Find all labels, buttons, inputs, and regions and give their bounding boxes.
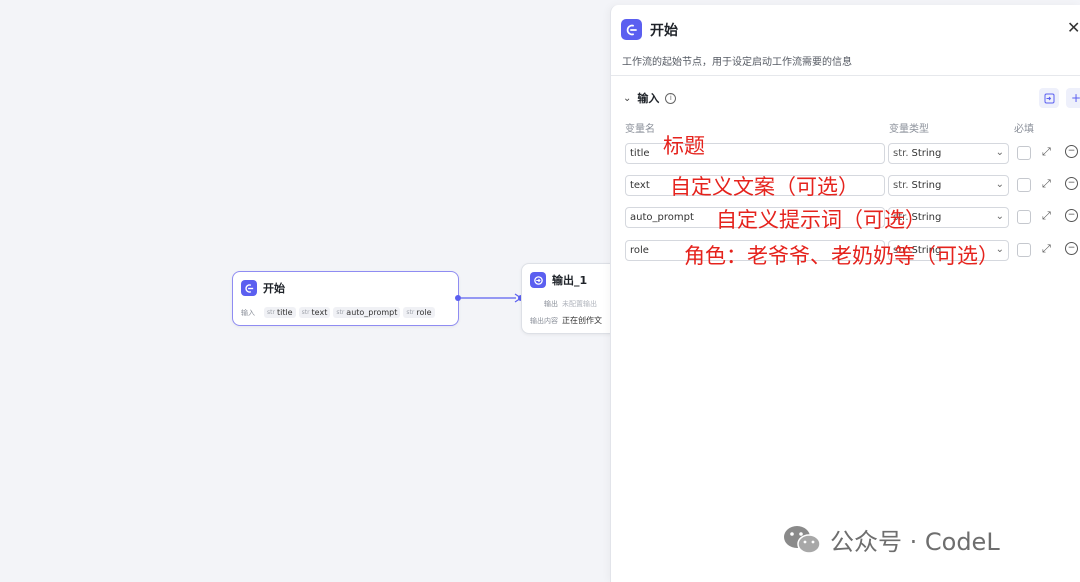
output-node-title: 输出_1 xyxy=(552,274,588,287)
input-section-header[interactable]: ⌄ 输入 i xyxy=(623,90,677,106)
remove-icon[interactable]: − xyxy=(1065,177,1078,190)
expand-icon[interactable]: ⤢ xyxy=(1042,209,1051,223)
close-icon[interactable]: ✕ xyxy=(1067,19,1080,37)
panel-description: 工作流的起始节点，用于设定启动工作流需要的信息 xyxy=(622,57,852,68)
remove-icon[interactable]: − xyxy=(1065,145,1078,158)
remove-icon[interactable]: − xyxy=(1065,209,1078,222)
column-header-name: 变量名 xyxy=(625,124,655,135)
panel-start-icon xyxy=(621,19,642,40)
expand-icon[interactable]: ⤢ xyxy=(1042,145,1051,159)
watermark-text: 公众号 · CodeL xyxy=(830,528,1000,556)
start-node[interactable]: 开始 输入 str title str text str auto_prompt st… xyxy=(232,271,459,326)
start-node-tag: str auto_prompt xyxy=(333,307,401,318)
start-node-tag: str role xyxy=(403,307,435,318)
column-header-type: 变量类型 xyxy=(889,124,929,135)
chevron-down-icon: ⌄ xyxy=(995,211,1004,222)
variable-type-select[interactable]: str. String ⌄ xyxy=(888,175,1009,196)
annotation-title: 标题 xyxy=(663,134,705,158)
required-checkbox[interactable] xyxy=(1017,178,1031,192)
wechat-logo-icon xyxy=(784,525,821,554)
output-node-content-row: 输出内容 正在创作文 xyxy=(530,316,602,325)
expand-icon[interactable]: ⤢ xyxy=(1042,242,1051,256)
expand-icon[interactable]: ⤢ xyxy=(1042,177,1051,191)
divider xyxy=(611,75,1080,76)
start-node-tag: str text xyxy=(298,307,331,318)
annotation-role: 角色：老爷爷、老奶奶等（可选） xyxy=(684,244,999,268)
chevron-down-icon[interactable]: ⌄ xyxy=(623,93,631,104)
start-node-tag: str title xyxy=(264,307,296,318)
watermark: 公众号 · CodeL xyxy=(782,522,1000,557)
add-variable-button[interactable]: + xyxy=(1066,88,1080,108)
info-icon[interactable]: i xyxy=(665,92,677,104)
import-icon[interactable] xyxy=(1039,88,1059,108)
output-node-output-row: 输出 未配置输出 xyxy=(544,300,597,308)
column-header-required: 必填 xyxy=(1014,124,1034,135)
required-checkbox[interactable] xyxy=(1017,243,1031,257)
required-checkbox[interactable] xyxy=(1017,210,1031,224)
start-node-icon xyxy=(241,280,257,296)
chevron-down-icon: ⌄ xyxy=(995,179,1004,190)
chevron-down-icon: ⌄ xyxy=(995,147,1004,158)
start-node-input-label: 输入 xyxy=(241,308,255,317)
output-node-icon xyxy=(530,272,546,288)
output-node[interactable]: 输出_1 输出 未配置输出 输出内容 正在创作文 xyxy=(521,263,621,334)
remove-icon[interactable]: − xyxy=(1065,242,1078,255)
node-config-panel: 开始 ✕ 工作流的起始节点，用于设定启动工作流需要的信息 ⌄ 输入 i + 变量… xyxy=(610,5,1080,582)
panel-title: 开始 xyxy=(650,22,678,39)
annotation-text: 自定义文案（可选） xyxy=(670,175,859,199)
connection-edge[interactable] xyxy=(458,290,524,304)
annotation-auto-prompt: 自定义提示词（可选） xyxy=(716,208,926,232)
start-node-title: 开始 xyxy=(263,282,285,295)
input-section-title: 输入 xyxy=(637,92,660,105)
workflow-canvas[interactable]: 开始 输入 str title str text str auto_prompt st… xyxy=(0,0,621,582)
required-checkbox[interactable] xyxy=(1017,146,1031,160)
variable-type-select[interactable]: str. String ⌄ xyxy=(888,143,1009,164)
